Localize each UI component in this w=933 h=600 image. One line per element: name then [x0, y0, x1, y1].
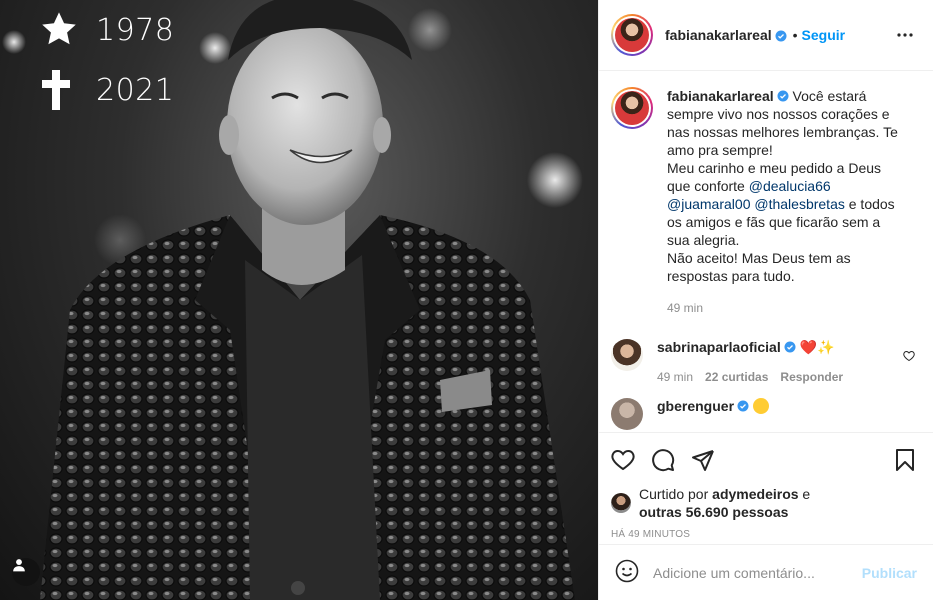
- author-avatar[interactable]: [611, 14, 653, 56]
- commenter-avatar[interactable]: [611, 398, 643, 430]
- comment-likes[interactable]: 22 curtidas: [705, 370, 768, 384]
- liked-by-middle: e: [798, 486, 811, 502]
- liked-by-prefix: Curtido por: [639, 486, 713, 502]
- death-year: 2021: [96, 72, 175, 108]
- add-comment-bar: Publicar: [599, 544, 933, 600]
- liker-avatar[interactable]: [611, 493, 631, 513]
- sparkles-emoji: ✨: [817, 339, 835, 355]
- publish-button[interactable]: Publicar: [862, 565, 917, 581]
- post-timestamp[interactable]: HÁ 49 MINUTOS: [611, 529, 917, 540]
- cross-icon: [40, 70, 80, 110]
- reply-button[interactable]: Responder: [780, 370, 843, 384]
- liked-by: Curtido por adymedeiros e outras 56.690 …: [611, 485, 917, 521]
- more-icon[interactable]: [893, 23, 917, 47]
- verified-icon: [775, 29, 787, 42]
- caption-meta: 49 min: [667, 301, 899, 315]
- share-icon[interactable]: [691, 448, 715, 475]
- comment-input[interactable]: [653, 564, 848, 581]
- caption-text: fabianakarlareal Você estará sempre vivo…: [667, 87, 899, 285]
- heart-emoji: ❤️: [799, 339, 818, 355]
- post-side-panel: fabianakarlareal • Seguir fabianakarlare…: [598, 0, 933, 600]
- comment-icon[interactable]: [651, 448, 675, 475]
- star-icon: [40, 10, 80, 50]
- smiley-emoji: [753, 398, 770, 414]
- user-tag-button[interactable]: [12, 558, 40, 586]
- liked-by-others[interactable]: outras 56.690 pessoas: [639, 504, 788, 520]
- verified-icon: [737, 399, 749, 412]
- comment-item: gberenguer: [611, 398, 917, 430]
- instagram-post: 1978 2021 fabianakarlareal • Seguir fabi…: [0, 0, 933, 600]
- verified-icon: [784, 340, 796, 353]
- comment-item: sabrinaparlaoficial ❤️✨ 49 min 22 curtid…: [611, 339, 917, 384]
- comments-section[interactable]: fabianakarlareal Você estará sempre vivo…: [599, 71, 933, 432]
- liker-username[interactable]: adymedeiros: [712, 486, 798, 502]
- separator-dot: •: [792, 27, 798, 43]
- bookmark-icon[interactable]: [893, 448, 917, 475]
- caption-author-avatar[interactable]: [611, 87, 653, 129]
- comment-time[interactable]: 49 min: [657, 370, 693, 384]
- commenter-username[interactable]: sabrinaparlaoficial: [657, 339, 781, 355]
- like-comment-icon[interactable]: [903, 349, 917, 363]
- post-photo[interactable]: 1978 2021: [0, 0, 598, 600]
- author-username[interactable]: fabianakarlareal: [665, 27, 772, 43]
- liked-by-text: Curtido por adymedeiros e outras 56.690 …: [639, 485, 849, 521]
- death-year-row: 2021: [40, 70, 174, 110]
- heart-icon[interactable]: [611, 448, 635, 475]
- birth-year: 1978: [96, 12, 175, 48]
- commenter-username[interactable]: gberenguer: [657, 398, 734, 414]
- mention-link[interactable]: @juamaral00: [667, 196, 750, 212]
- post-caption: fabianakarlareal Você estará sempre vivo…: [611, 87, 917, 315]
- emoji-icon[interactable]: [615, 559, 639, 586]
- post-header: fabianakarlareal • Seguir: [599, 0, 933, 71]
- commenter-avatar[interactable]: [611, 339, 643, 371]
- mention-link[interactable]: @thalesbretas: [754, 196, 844, 212]
- comment-meta: 49 min 22 curtidas Responder: [657, 370, 917, 384]
- post-actions: Curtido por adymedeiros e outras 56.690 …: [599, 432, 933, 544]
- mention-link[interactable]: @dealucia66: [749, 178, 831, 194]
- caption-username[interactable]: fabianakarlareal: [667, 88, 774, 104]
- birth-year-row: 1978: [40, 10, 174, 50]
- action-icons: [611, 441, 917, 481]
- follow-button[interactable]: Seguir: [802, 27, 846, 43]
- verified-icon: [777, 88, 789, 102]
- caption-time[interactable]: 49 min: [667, 301, 703, 315]
